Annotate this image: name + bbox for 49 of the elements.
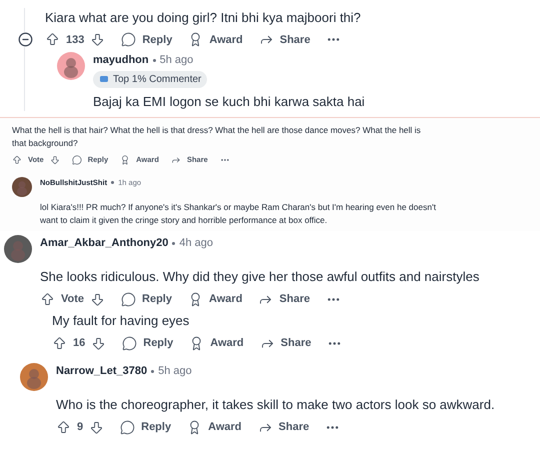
flair-badge: Top 1% Commenter: [93, 70, 208, 88]
award-button[interactable]: Award: [189, 334, 244, 352]
upvote-icon[interactable]: [40, 292, 55, 306]
downvote-icon[interactable]: [50, 154, 60, 165]
vote-count: Vote: [61, 292, 84, 307]
vote-count: 133: [66, 32, 84, 48]
vote-count: 9: [77, 420, 84, 435]
comment-text: She looks ridiculous. Why did they give her those awful outfits and nairstyles: [40, 268, 480, 286]
collapse-icon[interactable]: [18, 32, 33, 48]
downvote-icon[interactable]: [90, 292, 106, 306]
share-button[interactable]: Share: [258, 418, 310, 436]
reply-button[interactable]: Reply: [122, 334, 174, 352]
speech-bubble-icon: [121, 32, 136, 48]
speech-bubble-icon: [120, 420, 136, 434]
upvote-icon[interactable]: [45, 32, 60, 48]
vote-count: 16: [73, 336, 86, 351]
timestamp: 5h ago: [160, 53, 194, 68]
reply-button[interactable]: Reply: [120, 418, 172, 436]
speech-bubble-icon: [122, 336, 138, 350]
timestamp: 5h ago: [158, 364, 192, 380]
reply-button[interactable]: Reply: [121, 290, 172, 308]
reply-button[interactable]: Reply: [121, 32, 172, 48]
speech-bubble-icon: [72, 154, 82, 165]
comment-text: Kiara what are you doing girl? Itni bhi kya majboori thi?: [45, 9, 362, 27]
comment-text: My fault for having eyes: [52, 312, 190, 330]
username[interactable]: Narrow_Let_3780: [56, 363, 148, 380]
share-button[interactable]: Share: [260, 334, 312, 352]
share-button[interactable]: Share: [258, 290, 310, 308]
comment-text: Bajaj ka EMI logon se kuch bhi karwa sakta hai: [93, 92, 366, 111]
downvote-icon[interactable]: [90, 32, 106, 48]
username[interactable]: Amar_Akbar_Anthony20: [40, 235, 168, 252]
upvote-icon[interactable]: [52, 336, 67, 350]
flair-icon: [99, 74, 109, 84]
comment-text: What the hell is that hair? What the hell is that dress? What the hell are those dance moves? What the hell is that background?: [12, 124, 422, 150]
downvote-icon[interactable]: [91, 336, 106, 350]
award-button[interactable]: Award: [187, 418, 242, 436]
comment-text: lol Kiara's!!! PR much? If anyone's it's Shankar's or maybe Ram Charan's but I'm hearing even he doesn't want to claim it given the cringe story and horrible performance at box office.: [40, 201, 437, 228]
timestamp: 4h ago: [179, 236, 214, 252]
ribbon-icon: [120, 154, 130, 165]
arrow-icon: [170, 154, 181, 165]
share-button[interactable]: Share: [258, 32, 310, 48]
upvote-icon[interactable]: [56, 420, 71, 434]
downvote-icon[interactable]: [89, 420, 104, 434]
award-button[interactable]: Award: [188, 290, 242, 308]
upvote-icon[interactable]: [12, 154, 22, 165]
username[interactable]: mayudhon: [93, 52, 149, 68]
speech-bubble-icon: [121, 292, 136, 306]
award-button[interactable]: Award: [188, 32, 243, 48]
comment-text: Who is the choreographer, it takes skill to make two actors look so awkward.: [56, 396, 496, 414]
